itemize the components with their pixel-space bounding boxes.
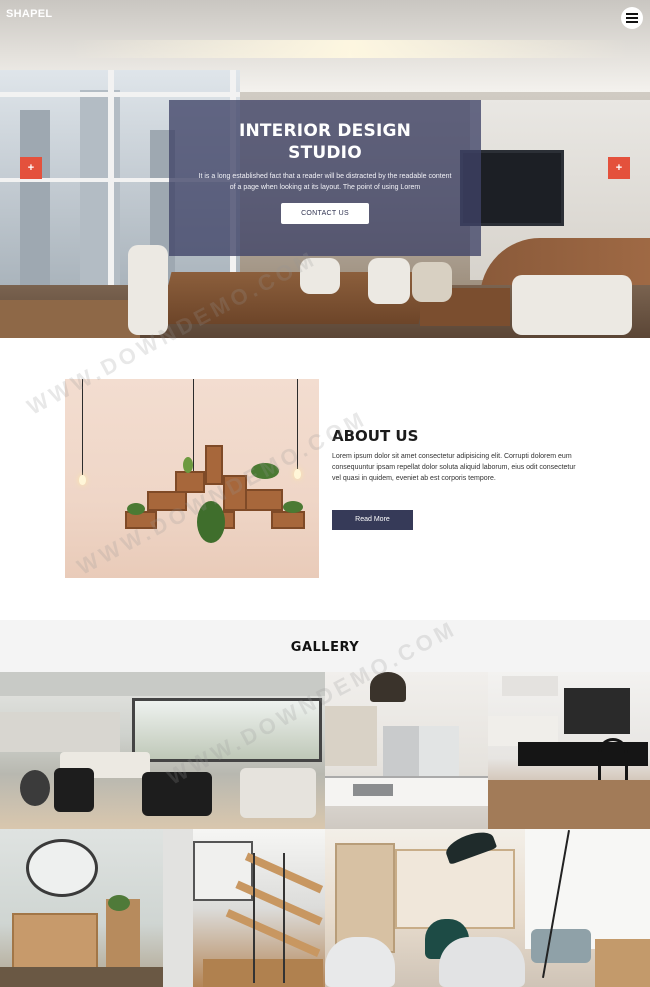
gallery-image-dining[interactable]	[488, 672, 650, 829]
brand-logo[interactable]: SHAPEL	[6, 8, 52, 20]
hero-ceiling-light	[70, 40, 630, 58]
slider-next-button[interactable]: +	[608, 157, 630, 179]
hero-description: It is a long established fact that a rea…	[198, 173, 452, 191]
hero-chair	[128, 245, 168, 335]
bulb-icon	[294, 469, 301, 479]
hero-title-line2: STUDIO	[288, 143, 362, 163]
hamburger-menu-icon[interactable]	[621, 7, 643, 29]
gallery-title: GALLERY	[290, 640, 360, 655]
gallery-image-lounge[interactable]	[325, 829, 650, 987]
hero-chair	[368, 258, 410, 304]
slider-prev-button[interactable]: +	[20, 157, 42, 179]
gallery-image-staircase[interactable]	[163, 829, 325, 987]
hero-card: INTERIOR DESIGN STUDIO It is a long esta…	[169, 100, 481, 256]
contact-us-button[interactable]: CONTACT US	[281, 203, 369, 224]
bulb-icon	[79, 475, 86, 485]
about-description: Lorem ipsum dolor sit amet consectetur a…	[332, 453, 576, 482]
gallery-image-entry[interactable]	[0, 829, 163, 987]
hero-chair	[412, 262, 452, 302]
hero-title-line1: INTERIOR DESIGN	[238, 121, 412, 141]
gallery-image-living-room[interactable]	[0, 672, 325, 829]
hero-sofa	[512, 275, 632, 335]
read-more-button[interactable]: Read More	[332, 510, 413, 530]
hero-title: INTERIOR DESIGN STUDIO	[169, 120, 481, 164]
hero-cabinet	[0, 300, 140, 338]
